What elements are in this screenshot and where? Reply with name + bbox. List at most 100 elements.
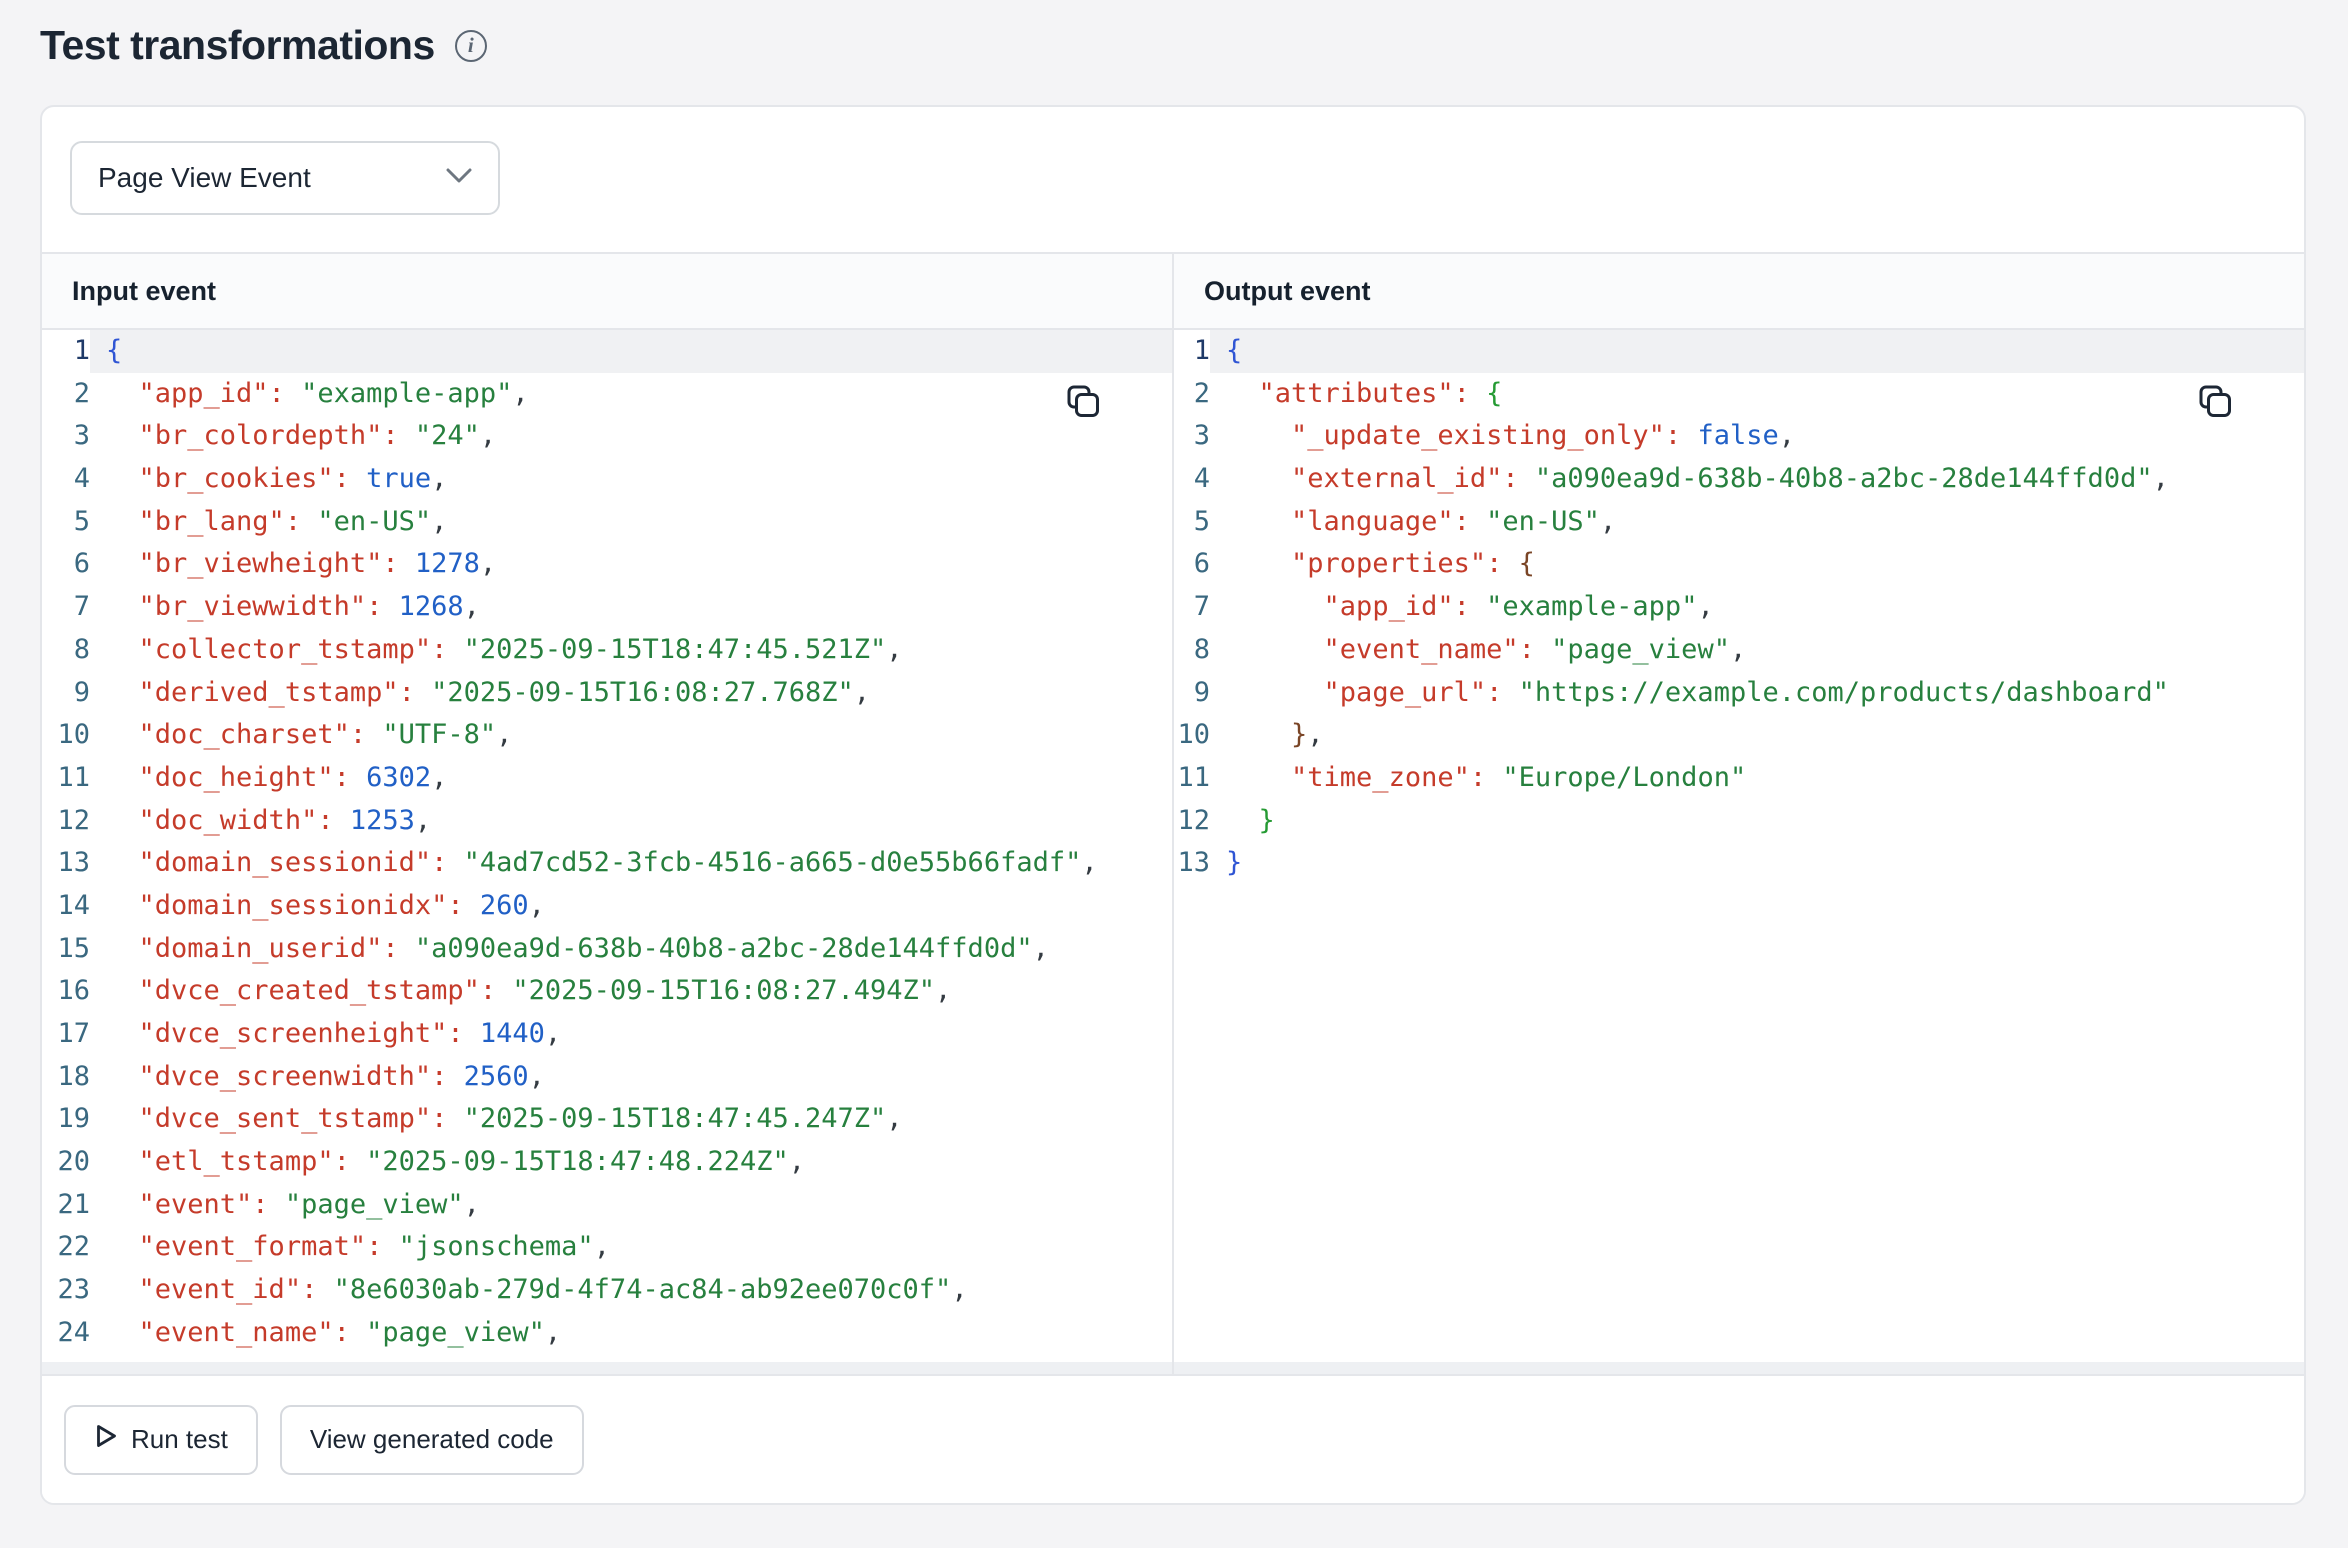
code-line: 4 "br_cookies": true, <box>42 458 1172 501</box>
line-number: 7 <box>1174 586 1210 629</box>
input-code-editor[interactable]: 1{2 "app_id": "example-app",3 "br_colord… <box>42 330 1174 1374</box>
code-line: 14 "domain_sessionidx": 260, <box>42 885 1172 928</box>
line-number: 2 <box>42 373 90 416</box>
input-code-lines: 1{2 "app_id": "example-app",3 "br_colord… <box>42 330 1172 1374</box>
code-line: 1{ <box>42 330 1172 373</box>
line-number: 15 <box>42 928 90 971</box>
line-number: 2 <box>1174 373 1210 416</box>
line-number: 22 <box>42 1226 90 1269</box>
code-line: 24 "event_name": "page_view", <box>42 1312 1172 1355</box>
line-number: 1 <box>42 330 90 373</box>
page: Test transformations i Page View Event I… <box>0 0 2348 1548</box>
code-line: 6 "properties": { <box>1174 543 2304 586</box>
code-line: 11 "time_zone": "Europe/London" <box>1174 757 2304 800</box>
code-line: 6 "br_viewheight": 1278, <box>42 543 1172 586</box>
code-line: 16 "dvce_created_tstamp": "2025-09-15T16… <box>42 970 1172 1013</box>
horizontal-scrollbar[interactable] <box>42 1362 1172 1374</box>
line-number: 16 <box>42 970 90 1013</box>
copy-input-button[interactable] <box>1064 382 1102 420</box>
run-test-label: Run test <box>131 1424 228 1455</box>
test-transformations-card: Page View Event Input event Output event… <box>40 105 2306 1505</box>
copy-output-button[interactable] <box>2196 382 2234 420</box>
event-type-select[interactable]: Page View Event <box>70 141 500 215</box>
line-number: 10 <box>1174 714 1210 757</box>
code-line: 23 "event_id": "8e6030ab-279d-4f74-ac84-… <box>42 1269 1172 1312</box>
run-test-button[interactable]: Run test <box>64 1405 258 1475</box>
page-title: Test transformations <box>40 22 435 69</box>
code-line: 9 "derived_tstamp": "2025-09-15T16:08:27… <box>42 672 1172 715</box>
code-line: 7 "br_viewwidth": 1268, <box>42 586 1172 629</box>
line-number: 7 <box>42 586 90 629</box>
line-number: 4 <box>1174 458 1210 501</box>
code-line: 21 "event": "page_view", <box>42 1184 1172 1227</box>
line-number: 1 <box>1174 330 1210 373</box>
code-line: 22 "event_format": "jsonschema", <box>42 1226 1172 1269</box>
line-number: 8 <box>42 629 90 672</box>
code-line: 19 "dvce_sent_tstamp": "2025-09-15T18:47… <box>42 1098 1172 1141</box>
code-line: 18 "dvce_screenwidth": 2560, <box>42 1056 1172 1099</box>
line-number: 11 <box>42 757 90 800</box>
code-panels: 1{2 "app_id": "example-app",3 "br_colord… <box>42 330 2304 1376</box>
info-icon[interactable]: i <box>455 30 487 62</box>
line-number: 18 <box>42 1056 90 1099</box>
line-number: 23 <box>42 1269 90 1312</box>
line-number: 9 <box>1174 672 1210 715</box>
code-line: 10 }, <box>1174 714 2304 757</box>
view-generated-code-button[interactable]: View generated code <box>280 1405 584 1475</box>
code-line: 2 "app_id": "example-app", <box>42 373 1172 416</box>
code-line: 9 "page_url": "https://example.com/produ… <box>1174 672 2304 715</box>
code-line: 13 "domain_sessionid": "4ad7cd52-3fcb-45… <box>42 842 1172 885</box>
line-number: 11 <box>1174 757 1210 800</box>
line-number: 21 <box>42 1184 90 1227</box>
view-generated-code-label: View generated code <box>310 1424 554 1455</box>
panel-headers: Input event Output event <box>42 252 2304 330</box>
footer: Run test View generated code <box>42 1376 2304 1503</box>
code-line: 12 } <box>1174 800 2304 843</box>
line-number: 6 <box>1174 543 1210 586</box>
code-line: 8 "event_name": "page_view", <box>1174 629 2304 672</box>
code-line: 3 "_update_existing_only": false, <box>1174 415 2304 458</box>
line-number: 24 <box>42 1312 90 1355</box>
line-number: 13 <box>1174 842 1210 885</box>
event-type-select-value: Page View Event <box>98 162 311 194</box>
code-line: 1{ <box>1174 330 2304 373</box>
code-line: 3 "br_colordepth": "24", <box>42 415 1172 458</box>
play-icon <box>94 1423 118 1456</box>
code-line: 5 "language": "en-US", <box>1174 501 2304 544</box>
line-number: 10 <box>42 714 90 757</box>
code-line: 10 "doc_charset": "UTF-8", <box>42 714 1172 757</box>
output-event-header: Output event <box>1174 254 2304 328</box>
line-number: 19 <box>42 1098 90 1141</box>
line-number: 3 <box>42 415 90 458</box>
output-code-viewer[interactable]: 1{2 "attributes": {3 "_update_existing_o… <box>1174 330 2304 1374</box>
line-number: 5 <box>42 501 90 544</box>
code-line: 11 "doc_height": 6302, <box>42 757 1172 800</box>
page-title-row: Test transformations i <box>40 22 487 69</box>
input-event-header: Input event <box>42 254 1174 328</box>
copy-icon <box>1064 408 1102 423</box>
horizontal-scrollbar[interactable] <box>1174 1362 2304 1374</box>
line-number: 6 <box>42 543 90 586</box>
line-number: 12 <box>42 800 90 843</box>
code-line: 2 "attributes": { <box>1174 373 2304 416</box>
code-line: 13} <box>1174 842 2304 885</box>
code-line: 15 "domain_userid": "a090ea9d-638b-40b8-… <box>42 928 1172 971</box>
line-number: 12 <box>1174 800 1210 843</box>
code-line: 4 "external_id": "a090ea9d-638b-40b8-a2b… <box>1174 458 2304 501</box>
line-number: 13 <box>42 842 90 885</box>
output-code-lines: 1{2 "attributes": {3 "_update_existing_o… <box>1174 330 2304 885</box>
line-number: 3 <box>1174 415 1210 458</box>
code-line: 12 "doc_width": 1253, <box>42 800 1172 843</box>
line-number: 5 <box>1174 501 1210 544</box>
code-line: 7 "app_id": "example-app", <box>1174 586 2304 629</box>
code-line: 8 "collector_tstamp": "2025-09-15T18:47:… <box>42 629 1172 672</box>
code-line: 17 "dvce_screenheight": 1440, <box>42 1013 1172 1056</box>
code-line: 5 "br_lang": "en-US", <box>42 501 1172 544</box>
line-number: 4 <box>42 458 90 501</box>
line-number: 20 <box>42 1141 90 1184</box>
code-line: 20 "etl_tstamp": "2025-09-15T18:47:48.22… <box>42 1141 1172 1184</box>
chevron-down-icon <box>446 168 472 189</box>
line-number: 9 <box>42 672 90 715</box>
line-number: 17 <box>42 1013 90 1056</box>
toolbar: Page View Event <box>42 107 2304 252</box>
